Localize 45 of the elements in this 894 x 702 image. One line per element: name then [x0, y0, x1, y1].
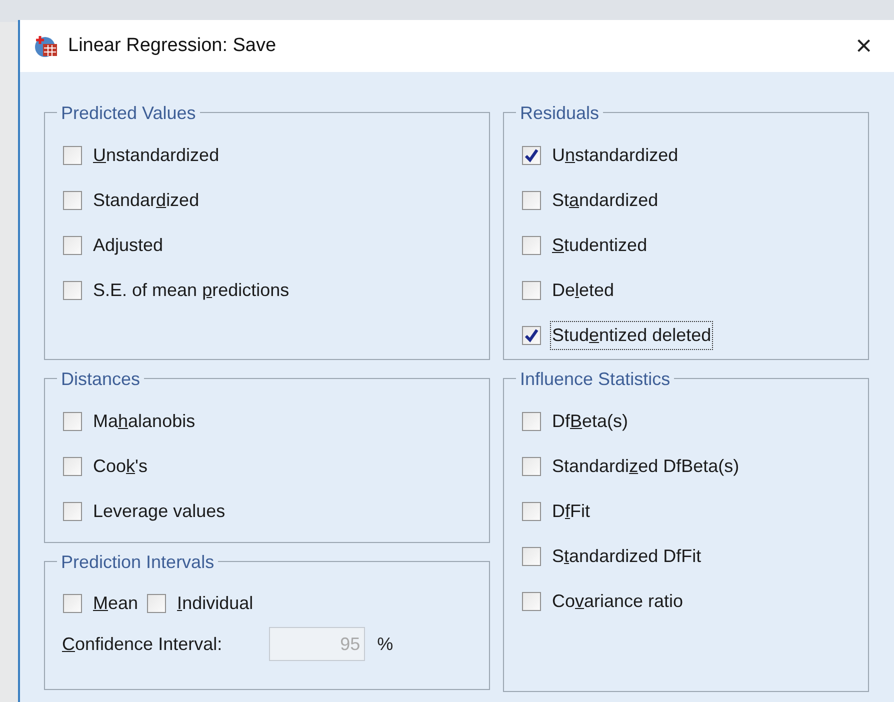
- close-button[interactable]: ×: [856, 32, 872, 60]
- checkbox-label: Unstandardized: [551, 144, 680, 167]
- checkbox[interactable]: [522, 191, 541, 210]
- checkbox-label: Standardized: [551, 189, 660, 212]
- checkbox[interactable]: [63, 457, 82, 476]
- checkbox[interactable]: [63, 146, 82, 165]
- checkbox[interactable]: [522, 502, 541, 521]
- app-icon: [34, 34, 58, 58]
- checkbox-label: DfFit: [551, 500, 592, 523]
- checkbox-label: Cook's: [92, 455, 148, 478]
- checkbox-label: Mean: [92, 592, 140, 615]
- checkbox-label: Individual: [176, 592, 254, 615]
- unit-label: %: [377, 632, 394, 656]
- checkbox-label: Unstandardized: [92, 144, 220, 167]
- checkbox-label: DfBeta(s): [551, 410, 630, 433]
- checkbox-label: Deleted: [551, 279, 616, 302]
- checkbox[interactable]: [522, 326, 541, 345]
- checkbox-label: Covariance ratio: [551, 590, 684, 613]
- checkbox[interactable]: [522, 457, 541, 476]
- checkbox-label: S.E. of mean predictions: [92, 279, 290, 302]
- checkbox[interactable]: [522, 592, 541, 611]
- checkbox-label: Mahalanobis: [92, 410, 196, 433]
- checkbox-label: Standardized DfBeta(s): [551, 455, 740, 478]
- checkbox[interactable]: [63, 594, 82, 613]
- checkbox[interactable]: [522, 281, 541, 300]
- checkbox-label: Standardized: [92, 189, 200, 212]
- checkbox[interactable]: [63, 412, 82, 431]
- checkbox[interactable]: [63, 236, 82, 255]
- checkbox[interactable]: [63, 502, 82, 521]
- checkbox-label: Studentized: [551, 234, 648, 257]
- check-icon: [524, 148, 539, 163]
- checkbox[interactable]: [522, 547, 541, 566]
- checkbox[interactable]: [522, 412, 541, 431]
- checkbox[interactable]: [63, 191, 82, 210]
- window-title: Linear Regression: Save: [68, 34, 276, 58]
- checkbox-label: Adjusted: [92, 234, 164, 257]
- checkbox-label: Leverage values: [92, 500, 226, 523]
- checkbox[interactable]: [147, 594, 166, 613]
- checkbox[interactable]: [522, 146, 541, 165]
- checkbox[interactable]: [63, 281, 82, 300]
- check-icon: [524, 328, 539, 343]
- checkbox[interactable]: [522, 236, 541, 255]
- checkbox-label: Studentized deleted: [551, 322, 712, 349]
- field-label: Confidence Interval:: [61, 632, 224, 656]
- checkbox-label: Standardized DfFit: [551, 545, 702, 568]
